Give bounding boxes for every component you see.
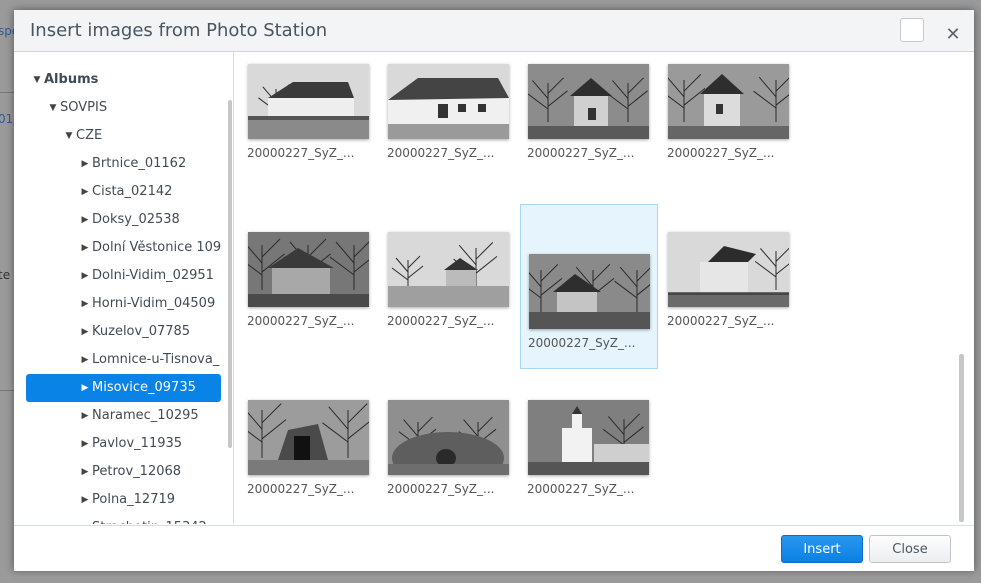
tree-item[interactable]: ▶ Lomnice-u-Tisnova_ bbox=[78, 346, 220, 374]
tree-item-label: Horni-Vidim_04509 bbox=[92, 296, 216, 311]
photo-image bbox=[388, 64, 509, 139]
tree-item[interactable]: ▼ CZE bbox=[62, 122, 103, 150]
tree-item-label: Cista_02142 bbox=[92, 184, 173, 199]
tree-item[interactable]: ▶ Kuzelov_07785 bbox=[78, 318, 191, 346]
photo-caption: 20000227_SyZ_... bbox=[247, 314, 355, 328]
caret-right-icon[interactable]: ▶ bbox=[78, 402, 92, 430]
caret-right-icon[interactable]: ▶ bbox=[78, 150, 92, 178]
photo-caption: 20000227_SyZ_... bbox=[247, 146, 355, 160]
photo-thumbnail[interactable]: 20000227_SyZ_... bbox=[520, 204, 658, 369]
photo-image bbox=[248, 232, 369, 307]
tree-item-label: CZE bbox=[76, 128, 103, 143]
photo-thumbnail[interactable]: 20000227_SyZ_... bbox=[240, 232, 378, 397]
background-link: 01 bbox=[0, 112, 14, 126]
album-tree: ▼ Albums ▼ SOVPIS ▼ CZE ▶ Brtnice_01162 ▶ Cista_0… bbox=[14, 52, 234, 524]
tree-item-label: Petrov_12068 bbox=[92, 464, 182, 479]
photo-caption: 20000227_SyZ_... bbox=[387, 314, 495, 328]
tree-item[interactable]: ▶ Cista_02142 bbox=[78, 178, 173, 206]
caret-right-icon[interactable]: ▶ bbox=[78, 374, 92, 402]
tree-item[interactable]: ▶ Petrov_12068 bbox=[78, 458, 182, 486]
photo-thumbnail[interactable]: 20000227_SyZ_... bbox=[240, 64, 378, 229]
photo-image bbox=[248, 400, 369, 475]
tree-item[interactable]: ▼ SOVPIS bbox=[46, 94, 108, 122]
photo-thumbnail[interactable]: 20000227_SyZ_... bbox=[660, 64, 798, 229]
tree-item[interactable]: ▶ Pavlov_11935 bbox=[78, 430, 183, 458]
tree-item[interactable]: ▶ Dolní Věstonice 109 bbox=[78, 234, 222, 262]
photo-caption: 20000227_SyZ_... bbox=[387, 146, 495, 160]
tree-item[interactable]: ▶ Brtnice_01162 bbox=[78, 150, 187, 178]
photo-caption: 20000227_SyZ_... bbox=[528, 336, 636, 350]
tree-item-label: Albums bbox=[44, 72, 99, 87]
caret-right-icon[interactable]: ▶ bbox=[78, 234, 92, 262]
tree-item-label: Pavlov_11935 bbox=[92, 436, 183, 451]
photo-caption: 20000227_SyZ_... bbox=[527, 482, 635, 496]
caret-right-icon[interactable]: ▶ bbox=[78, 262, 92, 290]
background-divider bbox=[0, 390, 14, 391]
photo-image bbox=[529, 254, 650, 329]
dialog-footer: Insert Close bbox=[14, 525, 974, 571]
caret-right-icon[interactable]: ▶ bbox=[78, 290, 92, 318]
caret-right-icon[interactable]: ▶ bbox=[78, 514, 92, 524]
caret-right-icon[interactable]: ▶ bbox=[78, 458, 92, 486]
tree-item-label: Polna_12719 bbox=[92, 492, 176, 507]
photo-thumbnail[interactable]: 20000227_SyZ_... bbox=[380, 64, 518, 229]
maximize-button[interactable] bbox=[900, 18, 924, 42]
insert-images-dialog: Insert images from Photo Station ✕ ▼ Albu… bbox=[14, 10, 974, 571]
background-text: te bbox=[0, 268, 11, 282]
photo-caption: 20000227_SyZ_... bbox=[247, 482, 355, 496]
caret-right-icon[interactable]: ▶ bbox=[78, 318, 92, 346]
tree-item-label: Naramec_10295 bbox=[92, 408, 199, 423]
caret-right-icon[interactable]: ▶ bbox=[78, 178, 92, 206]
tree-scrollbar[interactable] bbox=[228, 100, 232, 448]
photo-caption: 20000227_SyZ_... bbox=[527, 146, 635, 160]
tree-item[interactable]: ▶ Horni-Vidim_04509 bbox=[78, 290, 216, 318]
close-icon[interactable]: ✕ bbox=[944, 26, 962, 44]
tree-item-label: Dolní Věstonice 109 bbox=[92, 240, 222, 255]
tree-item-label: Lomnice-u-Tisnova_ bbox=[92, 352, 220, 367]
photo-image bbox=[528, 400, 649, 475]
photo-image bbox=[388, 232, 509, 307]
photo-caption: 20000227_SyZ_... bbox=[387, 482, 495, 496]
insert-button[interactable]: Insert bbox=[781, 535, 863, 563]
photo-grid: 20000227_SyZ_... 20000227_SyZ_... 2000022… bbox=[234, 52, 974, 524]
tree-item[interactable]: ▶ Misovice_09735 bbox=[26, 374, 221, 402]
tree-item[interactable]: ▶Strachotin_15342 bbox=[78, 514, 207, 524]
close-button[interactable]: Close bbox=[869, 535, 951, 563]
tree-item-label: Kuzelov_07785 bbox=[92, 324, 191, 339]
caret-right-icon[interactable]: ▶ bbox=[78, 346, 92, 374]
caret-down-icon[interactable]: ▼ bbox=[46, 94, 60, 122]
caret-right-icon[interactable]: ▶ bbox=[78, 486, 92, 514]
tree-item[interactable]: ▶ Naramec_10295 bbox=[78, 402, 199, 430]
tree-item-label: Strachotin_15342 bbox=[92, 514, 207, 524]
tree-item-label: SOVPIS bbox=[60, 100, 108, 115]
tree-item-label: Dolni-Vidim_02951 bbox=[92, 268, 214, 283]
photo-caption: 20000227_SyZ_... bbox=[667, 146, 775, 160]
photo-image bbox=[668, 232, 789, 307]
tree-item[interactable]: ▼ Albums bbox=[30, 66, 99, 94]
caret-right-icon[interactable]: ▶ bbox=[78, 430, 92, 458]
photo-image bbox=[668, 64, 789, 139]
photo-image bbox=[528, 64, 649, 139]
photo-caption: 20000227_SyZ_... bbox=[667, 314, 775, 328]
tree-item-label: Brtnice_01162 bbox=[92, 156, 187, 171]
dialog-title: Insert images from Photo Station bbox=[30, 20, 328, 41]
photo-thumbnail[interactable]: 20000227_SyZ_... bbox=[380, 232, 518, 397]
tree-item-label: Misovice_09735 bbox=[92, 380, 196, 395]
caret-down-icon[interactable]: ▼ bbox=[30, 66, 44, 94]
tree-item[interactable]: ▶ Polna_12719 bbox=[78, 486, 175, 514]
tree-item-label: Doksy_02538 bbox=[92, 212, 180, 227]
caret-right-icon[interactable]: ▶ bbox=[78, 206, 92, 234]
dialog-header: Insert images from Photo Station ✕ bbox=[14, 10, 974, 52]
caret-down-icon[interactable]: ▼ bbox=[62, 122, 76, 150]
background-divider bbox=[0, 92, 14, 93]
grid-scrollbar[interactable] bbox=[959, 354, 964, 522]
photo-image bbox=[248, 64, 369, 139]
photo-image bbox=[388, 400, 509, 475]
photo-thumbnail[interactable]: 20000227_SyZ_... bbox=[660, 232, 798, 397]
tree-item[interactable]: ▶ Doksy_02538 bbox=[78, 206, 180, 234]
tree-item[interactable]: ▶ Dolni-Vidim_02951 bbox=[78, 262, 214, 290]
